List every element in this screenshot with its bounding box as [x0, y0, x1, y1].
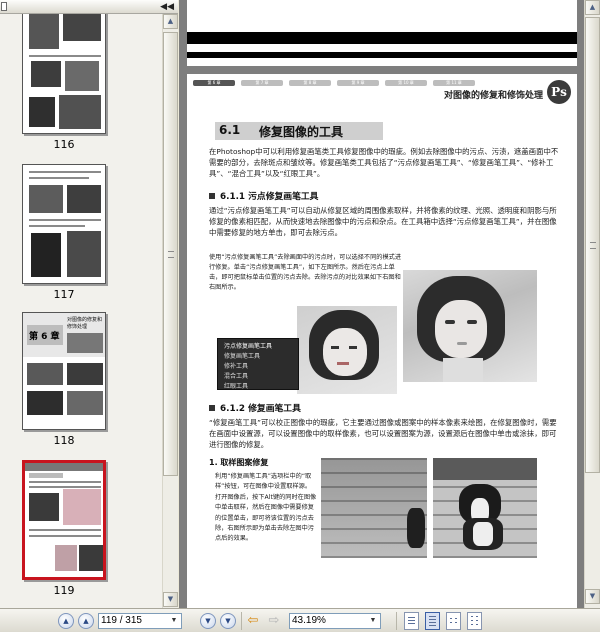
- section-title: 修复图像的工具: [259, 125, 344, 139]
- go-forward-icon[interactable]: ⇨: [266, 613, 282, 629]
- page-thumbnail-label: 118: [53, 434, 75, 447]
- collapse-sidebar-icon[interactable]: ◀◀: [160, 1, 174, 13]
- chapter-tab: 第 11 章: [433, 80, 475, 86]
- chapter-tab: 第 8 章: [289, 80, 331, 86]
- pdf-reader-window: ◀◀ 116 117 第 6 章 对图像的修复和修饰处理 118 119 ▲ ▼…: [0, 0, 600, 632]
- subsection-heading-2: 6.1.2 修复画笔工具: [209, 401, 301, 414]
- toolbar-divider: [396, 612, 397, 630]
- thumbnail-strip: 116 117 第 6 章 对图像的修复和修饰处理 118 119: [0, 14, 162, 608]
- page-thumbnail-label: 116: [53, 138, 75, 151]
- page-thumbnail-118[interactable]: 第 6 章 对图像的修复和修饰处理: [22, 312, 106, 430]
- page-thumbnail-116[interactable]: [22, 14, 106, 134]
- single-page-icon[interactable]: [404, 612, 419, 630]
- photoshop-logo-icon: Ps: [547, 80, 571, 104]
- paragraph-1: 通过“污点修复画笔工具”可以自动从修复区域的周围像素取样，并将像素的纹理、光照、…: [209, 206, 557, 237]
- previous-page-icon[interactable]: ▲: [78, 613, 94, 629]
- two-up-icon[interactable]: [446, 612, 461, 630]
- chapter-tab: 第 10 章: [385, 80, 427, 86]
- single-page-continuous-icon[interactable]: [425, 612, 440, 630]
- tool-menu-item: 修补工具: [224, 363, 249, 370]
- thumbnail-heading: 对图像的修复和修饰处理: [67, 317, 103, 330]
- before-image: [403, 270, 537, 382]
- document-scroll-thumb[interactable]: [585, 17, 600, 473]
- tool-flyout-menu: 污点修复画笔工具 修复画笔工具 修补工具 混合工具 红眼工具: [217, 338, 299, 390]
- subsection-title: 6.1.1 污点修复画笔工具: [220, 192, 319, 202]
- zoom-field[interactable]: 43.19% ▼: [289, 613, 381, 629]
- go-back-icon[interactable]: ⇦: [245, 613, 261, 629]
- section-number: 6.1: [219, 123, 241, 137]
- navigation-toolbar: ▲ ▲ 119 / 315 ▼ ▼ ▼ ⇦ ⇨ 43.19% ▼: [0, 608, 600, 632]
- running-header: 对图像的修复和修饰处理: [443, 91, 543, 101]
- tool-menu-item: 修复画笔工具: [224, 353, 261, 360]
- subsection-title: 6.1.2 修复画笔工具: [220, 404, 301, 414]
- chapter-tabs: 第 6 章 第 7 章 第 8 章 第 9 章 第 10 章 第 11 章: [193, 80, 475, 86]
- page-thumbnail-label: 119: [53, 584, 75, 597]
- previous-page-bottom: [187, 0, 577, 66]
- two-up-continuous-icon[interactable]: [467, 612, 482, 630]
- last-page-icon[interactable]: ▼: [220, 613, 236, 629]
- tool-menu-item: 红眼工具: [224, 383, 249, 390]
- document-scrollbar[interactable]: ▲ ▼: [584, 0, 600, 608]
- paragraph-3: 利用“修复画笔工具”选项栏中的“取样”按钮，可在图像中设置取样源。打开图像后，按…: [215, 473, 317, 543]
- tool-menu-item: 混合工具: [224, 373, 249, 380]
- toolbar-divider: [241, 612, 242, 630]
- after-image: [297, 306, 397, 394]
- sample-image-right: [433, 458, 537, 558]
- paragraph-2: “修复画笔工具”可以校正图像中的瑕疵，它主要通过图像或图案中的样本像素来绘图，在…: [209, 418, 557, 449]
- current-page: 第 6 章 第 7 章 第 8 章 第 9 章 第 10 章 第 11 章 对图…: [187, 74, 577, 608]
- chevron-down-icon[interactable]: ▼: [367, 615, 379, 627]
- chevron-down-icon[interactable]: ▼: [168, 615, 180, 627]
- page-thumbnail-117[interactable]: [22, 164, 106, 284]
- chapter-tab: 第 7 章: [241, 80, 283, 86]
- scroll-up-icon[interactable]: ▲: [585, 0, 600, 15]
- tool-menu-item: 污点修复画笔工具: [224, 343, 273, 350]
- sample-image-left: [321, 458, 427, 558]
- intro-paragraph: 在Photoshop中可以利用修复画笔类工具修复图像中的瑕疵。例如去除图像中的污…: [209, 147, 559, 178]
- first-page-icon[interactable]: ▲: [58, 613, 74, 629]
- subsection-heading-1: 6.1.1 污点修复画笔工具: [209, 189, 318, 202]
- step-heading: 1. 取样图案修复: [209, 458, 269, 467]
- document-view[interactable]: 第 6 章 第 7 章 第 8 章 第 9 章 第 10 章 第 11 章 对图…: [179, 0, 584, 608]
- scroll-down-icon[interactable]: ▼: [585, 589, 600, 604]
- scroll-down-icon[interactable]: ▼: [163, 592, 178, 607]
- section-heading: 6.1 修复图像的工具: [215, 122, 383, 140]
- sidebar-scroll-thumb[interactable]: [163, 32, 178, 476]
- paragraph-1b: 使用“污点修复画笔工具”去除画面中的污点时，可以选择不同的模式进行修复。单击“污…: [209, 254, 402, 291]
- page-thumbnail-label: 117: [53, 288, 75, 301]
- page-number-value: 119 / 315: [101, 615, 142, 626]
- page-number-field[interactable]: 119 / 315 ▼: [98, 613, 182, 629]
- sidebar-options-icon[interactable]: [1, 2, 7, 11]
- sidebar-scrollbar[interactable]: ▲ ▼: [162, 14, 178, 608]
- thumbnail-sidebar: ◀◀ 116 117 第 6 章 对图像的修复和修饰处理 118 119 ▲ ▼: [0, 0, 178, 608]
- zoom-value: 43.19%: [292, 615, 326, 626]
- next-page-icon[interactable]: ▼: [200, 613, 216, 629]
- chapter-tab: 第 6 章: [193, 80, 235, 86]
- sidebar-header: ◀◀: [0, 0, 178, 14]
- scroll-up-icon[interactable]: ▲: [163, 14, 178, 29]
- chapter-tab: 第 9 章: [337, 80, 379, 86]
- page-thumbnail-119-selected[interactable]: [22, 460, 106, 580]
- thumbnail-chapter-label: 第 6 章: [29, 332, 60, 342]
